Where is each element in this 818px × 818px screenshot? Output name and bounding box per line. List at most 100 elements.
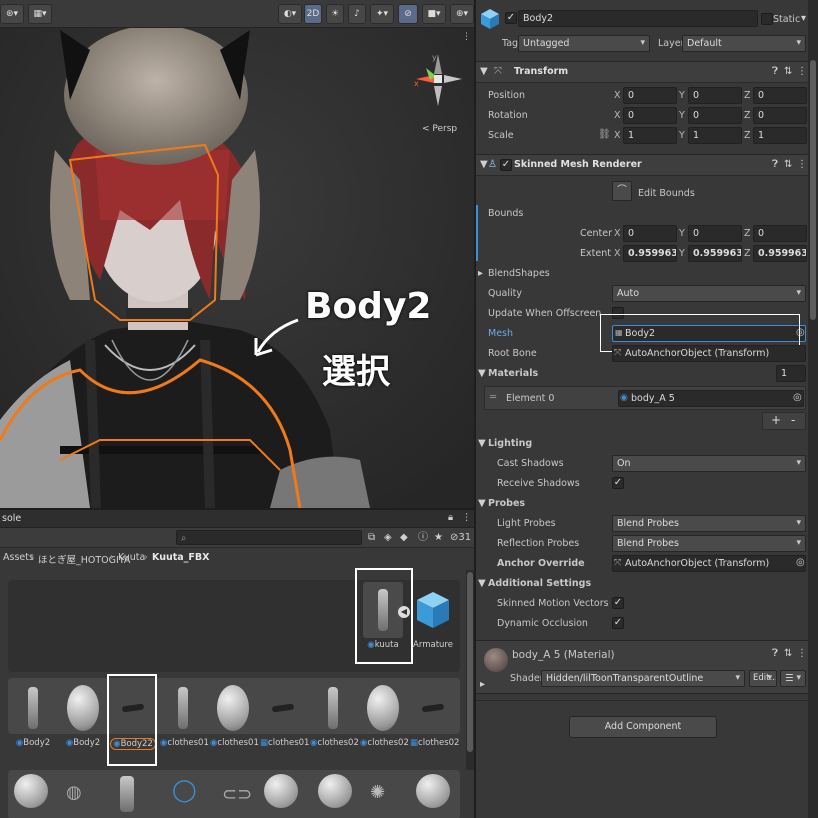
- row2-thumb[interactable]: ◍: [66, 782, 82, 803]
- component-menu-icon[interactable]: ⋮: [797, 65, 807, 79]
- axis-label[interactable]: X: [614, 227, 621, 241]
- root-bone-field[interactable]: AutoAnchorObject (Transform): [612, 345, 806, 362]
- light-probes-dropdown[interactable]: Blend Probes: [612, 515, 806, 532]
- foldout-arrow-icon[interactable]: ▸: [478, 267, 483, 281]
- console-tab[interactable]: sole: [2, 513, 21, 524]
- row2-thumb[interactable]: [318, 774, 352, 808]
- row2-thumb[interactable]: [264, 774, 298, 808]
- asset-item[interactable]: ▦clothes02: [410, 680, 459, 748]
- visibility-toggle-icon[interactable]: ⊘: [398, 4, 418, 24]
- probes-label[interactable]: Probes: [488, 497, 525, 511]
- center-z-field[interactable]: 0: [753, 225, 807, 242]
- foldout-arrow-icon[interactable]: ▼: [478, 497, 486, 511]
- view-2d-button[interactable]: 2D: [304, 4, 322, 24]
- asset-item[interactable]: ◉clothes02: [360, 680, 409, 748]
- remove-element-button[interactable]: -: [791, 413, 795, 427]
- help-icon[interactable]: ❓︎: [772, 158, 778, 172]
- component-menu-icon[interactable]: ⋮: [797, 647, 807, 661]
- receive-shadows-checkbox[interactable]: ✓: [612, 477, 624, 489]
- scale-x-field[interactable]: 1: [623, 127, 677, 144]
- anchor-override-field[interactable]: AutoAnchorObject (Transform): [612, 555, 806, 572]
- materials-label[interactable]: Materials: [488, 367, 538, 381]
- search-input[interactable]: ⌕: [176, 530, 362, 545]
- axis-label[interactable]: X: [614, 109, 621, 123]
- add-component-button[interactable]: Add Component: [569, 716, 717, 738]
- row2-thumb[interactable]: [416, 774, 450, 808]
- lighting-toggle-icon[interactable]: ☀: [326, 4, 344, 24]
- axis-label[interactable]: Z: [744, 109, 751, 123]
- layer-dropdown[interactable]: Default: [682, 35, 806, 52]
- static-checkbox[interactable]: [761, 13, 773, 25]
- add-element-button[interactable]: +: [771, 413, 781, 427]
- cast-shadows-dropdown[interactable]: On: [612, 455, 806, 472]
- extent-x-field[interactable]: 0.9599636: [623, 245, 677, 262]
- tag-icon[interactable]: ◆: [400, 531, 408, 545]
- tag-dropdown[interactable]: Untagged: [518, 35, 650, 52]
- extent-z-field[interactable]: 0.9599636: [753, 245, 807, 262]
- rotation-z-field[interactable]: 0: [753, 107, 807, 124]
- axis-label[interactable]: Z: [744, 247, 751, 261]
- foldout-arrow-icon[interactable]: ▼: [480, 158, 488, 172]
- dynamic-occlusion-checkbox[interactable]: ✓: [612, 617, 624, 629]
- position-z-field[interactable]: 0: [753, 87, 807, 104]
- row2-thumb[interactable]: [14, 774, 48, 808]
- axis-label[interactable]: X: [614, 129, 621, 143]
- center-x-field[interactable]: 0: [623, 225, 677, 242]
- position-x-field[interactable]: 0: [623, 87, 677, 104]
- drag-handle-icon[interactable]: ═: [490, 391, 496, 405]
- foldout-arrow-icon[interactable]: ▼: [478, 367, 486, 381]
- asset-item[interactable]: ◉clothes02: [310, 680, 359, 748]
- axis-label[interactable]: Z: [744, 89, 751, 103]
- panel-menu-icon[interactable]: ⋮: [462, 512, 472, 523]
- camera-button[interactable]: ■▾: [422, 4, 446, 24]
- axis-label[interactable]: Y: [679, 227, 685, 241]
- lighting-label[interactable]: Lighting: [488, 437, 532, 451]
- foldout-arrow-icon[interactable]: ▼: [478, 577, 486, 591]
- asset-item[interactable]: ◉Body2: [10, 680, 56, 748]
- help-icon[interactable]: ❓︎: [772, 647, 778, 661]
- preset-icon[interactable]: ⇅: [784, 65, 792, 79]
- row2-thumb[interactable]: ◯: [172, 778, 197, 803]
- rotation-y-field[interactable]: 0: [688, 107, 742, 124]
- shader-edit-button[interactable]: Edit...: [749, 670, 777, 687]
- axis-label[interactable]: Y: [679, 247, 685, 261]
- additional-settings-label[interactable]: Additional Settings: [488, 577, 591, 591]
- asset-item[interactable]: ▦clothes01: [260, 680, 309, 748]
- row2-thumb[interactable]: ⊂⊃: [222, 784, 252, 805]
- foldout-arrow-icon[interactable]: ▸: [480, 678, 485, 692]
- breadcrumb-kuuta[interactable]: Kuuta: [118, 552, 145, 563]
- shading-mode-button[interactable]: ◐▾: [278, 4, 302, 24]
- foldout-arrow-icon[interactable]: ▼: [478, 437, 486, 451]
- effects-button[interactable]: ✦▾: [370, 4, 394, 24]
- quality-dropdown[interactable]: Auto: [612, 285, 806, 302]
- asset-item[interactable]: ◉clothes01: [160, 680, 209, 748]
- axis-label[interactable]: X: [614, 247, 621, 261]
- breadcrumb-kuuta-fbx[interactable]: Kuuta_FBX: [152, 552, 209, 563]
- scale-z-field[interactable]: 1: [753, 127, 807, 144]
- project-scrollbar[interactable]: [466, 570, 474, 770]
- element0-field[interactable]: body_A 5: [618, 390, 804, 407]
- filter-label-icon[interactable]: ◈: [384, 531, 392, 545]
- inspector-scroll-thumb[interactable]: [810, 60, 816, 320]
- persp-label[interactable]: < Persp: [422, 124, 457, 134]
- scene-menu-icon[interactable]: ⋮: [462, 32, 471, 42]
- asset-item[interactable]: ◉Body2: [60, 680, 106, 748]
- preset-icon[interactable]: ⇅: [784, 647, 792, 661]
- filter-type-icon[interactable]: ⧉: [368, 531, 375, 545]
- center-y-field[interactable]: 0: [688, 225, 742, 242]
- row2-thumb[interactable]: ✺: [370, 782, 385, 803]
- skinned-motion-checkbox[interactable]: ✓: [612, 597, 624, 609]
- axis-label[interactable]: X: [614, 89, 621, 103]
- help-icon[interactable]: ❓︎: [772, 65, 778, 79]
- material-object-picker-icon[interactable]: ◎: [793, 391, 802, 405]
- component-menu-icon[interactable]: ⋮: [797, 158, 807, 172]
- smr-header[interactable]: ▼ ♙ ✓ Skinned Mesh Renderer ❓︎ ⇅ ⋮: [476, 154, 808, 176]
- axis-label[interactable]: Z: [744, 227, 751, 241]
- axis-label[interactable]: Y: [679, 109, 685, 123]
- scene-view[interactable]: Body2 選択 ⊛▾ ▦▾ ◐▾ 2D ☀ ♪ ✦▾ ⊘ ■▾ ⊕▾ x y …: [0, 0, 474, 508]
- anchor-object-picker-icon[interactable]: ◎: [796, 556, 805, 570]
- blendshapes-label[interactable]: BlendShapes: [488, 267, 550, 281]
- shader-dropdown[interactable]: Hidden/lilToonTransparentOutline: [541, 670, 745, 687]
- info-icon[interactable]: ⓘ: [418, 531, 428, 545]
- active-checkbox[interactable]: ✓: [505, 12, 517, 24]
